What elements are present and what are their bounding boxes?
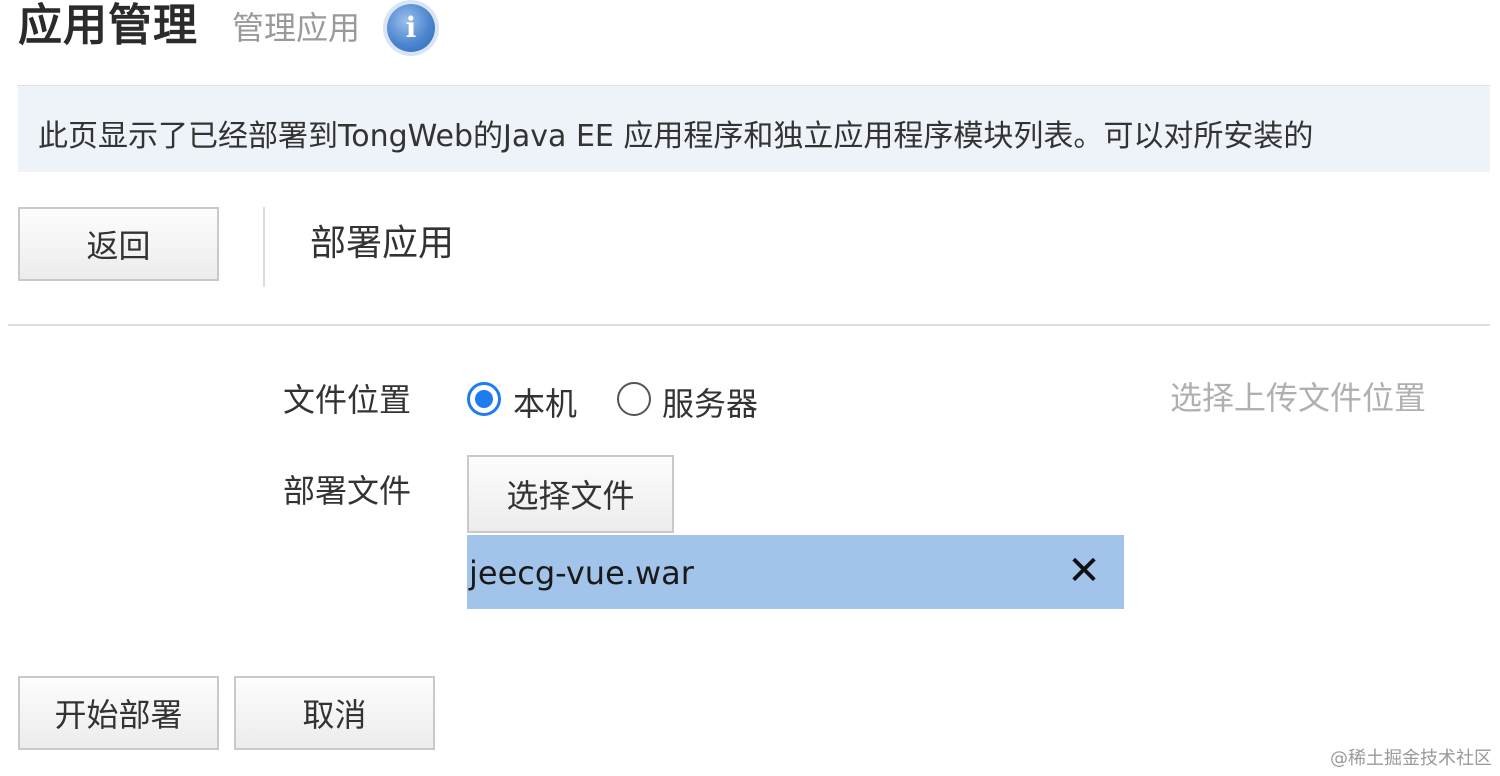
selected-file-name: jeecg-vue.war [469,554,694,592]
radio-local[interactable] [467,382,501,416]
section-title: 部署应用 [310,223,455,264]
info-icon[interactable]: i [387,4,435,52]
cancel-button[interactable]: 取消 [234,676,435,750]
section-divider [8,324,1490,326]
banner-text: 此页显示了已经部署到TongWeb的Java EE 应用程序和独立应用程序模块列… [38,119,1314,154]
deploy-file-label: 部署文件 [283,472,412,510]
info-banner: 此页显示了已经部署到TongWeb的Java EE 应用程序和独立应用程序模块列… [18,85,1490,172]
file-location-label: 文件位置 [283,381,412,419]
page-subtitle: 管理应用 [232,9,361,47]
watermark: @稀土掘金技术社区 [1330,748,1492,769]
location-hint: 选择上传文件位置 [1170,379,1427,417]
page-title: 应用管理 [18,0,198,51]
close-icon[interactable]: ✕ [1066,551,1102,591]
choose-file-button[interactable]: 选择文件 [467,455,674,533]
radio-server-label[interactable]: 服务器 [662,384,758,424]
radio-local-label[interactable]: 本机 [513,384,577,424]
radio-server[interactable] [617,382,651,416]
start-deploy-button[interactable]: 开始部署 [18,676,219,750]
back-button[interactable]: 返回 [18,207,219,281]
toolbar-divider [263,207,265,287]
selected-file-chip: jeecg-vue.war ✕ [467,535,1124,609]
app-management-page: 应用管理 管理应用 i 此页显示了已经部署到TongWeb的Java EE 应用… [0,0,1500,776]
